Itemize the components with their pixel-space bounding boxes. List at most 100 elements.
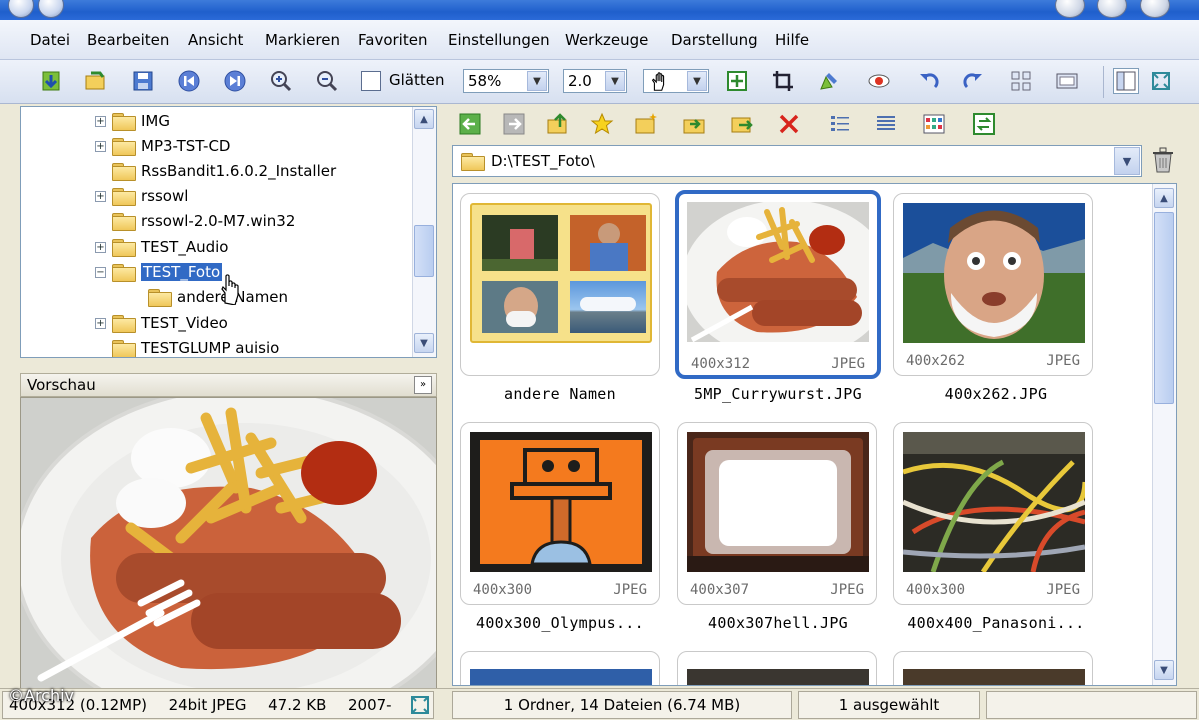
new-folder-icon[interactable]	[633, 111, 659, 137]
red-eye-icon[interactable]	[866, 68, 892, 94]
orange-sign-thumbnail	[470, 432, 652, 572]
folder-icon	[112, 113, 136, 131]
back-icon[interactable]	[457, 111, 483, 137]
grid-view-icon[interactable]	[1008, 68, 1034, 94]
menu-darstellung[interactable]: Darstellung	[671, 31, 758, 49]
thumbnail-meta: 400x300 JPEG	[906, 582, 1080, 598]
tree-item-testglump[interactable]: TESTGLUMP auisio	[112, 337, 279, 357]
details-view-icon[interactable]	[827, 111, 853, 137]
thumbnail-view-icon[interactable]	[921, 111, 947, 137]
move-to-folder-icon[interactable]	[729, 111, 755, 137]
delete-icon[interactable]	[776, 111, 802, 137]
collapse-panel-icon[interactable]: »	[414, 376, 432, 394]
folder-icon	[112, 213, 136, 231]
fit-icon[interactable]	[724, 68, 750, 94]
expand-icon[interactable]: +	[95, 190, 106, 202]
thumbnail-card[interactable]: 400x307 JPEG	[677, 422, 877, 605]
chevron-down-icon[interactable]: ▼	[687, 71, 707, 91]
expand-icon[interactable]: +	[95, 317, 106, 329]
smooth-checkbox[interactable]	[361, 71, 381, 91]
import-icon[interactable]	[38, 68, 64, 94]
menu-markieren[interactable]: Markieren	[265, 31, 340, 49]
folder-tree[interactable]: + IMG + MP3-TST-CD RssBandit1.6.0.2_Inst…	[20, 106, 437, 358]
menu-ansicht[interactable]: Ansicht	[188, 31, 243, 49]
tree-item-rssowl[interactable]: + rssowl	[95, 185, 188, 207]
thumbnail-caption: 5MP_Currywurst.JPG	[694, 385, 862, 403]
tree-item-mp3[interactable]: + MP3-TST-CD	[95, 135, 230, 157]
thumbnail-card[interactable]: 400x300 JPEG	[460, 422, 660, 605]
fullscreen-icon[interactable]	[409, 694, 431, 716]
refresh-icon[interactable]	[971, 111, 997, 137]
thumbnail-scrollbar[interactable]: ▲ ▼	[1152, 184, 1176, 685]
previous-icon[interactable]	[176, 68, 202, 94]
folder-up-icon[interactable]	[545, 111, 571, 137]
open-folder-icon[interactable]	[82, 68, 108, 94]
tree-item-test-foto[interactable]: − TEST_Foto	[95, 261, 223, 283]
menu-bearbeiten[interactable]: Bearbeiten	[87, 31, 169, 49]
layout-icon[interactable]	[1113, 68, 1139, 94]
thumbnail-card-selected[interactable]: 400x312 JPEG	[675, 190, 881, 379]
list-view-icon[interactable]	[873, 111, 899, 137]
scroll-thumb[interactable]	[414, 225, 434, 277]
folder-icon	[112, 340, 136, 357]
copy-to-folder-icon[interactable]	[681, 111, 707, 137]
crop-icon[interactable]	[770, 68, 796, 94]
thumbnail-card[interactable]	[460, 651, 660, 685]
chevron-down-icon[interactable]: ▼	[527, 71, 547, 91]
zoom-combo[interactable]: 58% ▼	[463, 69, 549, 93]
chevron-down-icon[interactable]: ▼	[1114, 147, 1140, 175]
close-button[interactable]	[1140, 0, 1170, 18]
menu-hilfe[interactable]: Hilfe	[775, 31, 809, 49]
scroll-down-icon[interactable]: ▼	[1154, 660, 1174, 680]
next-icon[interactable]	[222, 68, 248, 94]
minimize-button[interactable]	[1055, 0, 1085, 18]
zoom-in-icon[interactable]	[268, 68, 294, 94]
menu-datei[interactable]: Datei	[30, 31, 70, 49]
thumbnail-grid[interactable]: andere Namen 400x312 JPEG 5MP_Currywurst…	[452, 183, 1177, 686]
rotate-right-icon[interactable]	[960, 68, 986, 94]
menu-favoriten[interactable]: Favoriten	[358, 31, 427, 49]
tree-item-rssowl-2[interactable]: rssowl-2.0-M7.win32	[112, 210, 295, 232]
image-format: JPEG	[613, 582, 647, 598]
thumbnail-card[interactable]	[677, 651, 877, 685]
fullscreen-icon[interactable]	[1148, 68, 1174, 94]
edit-image-icon[interactable]	[816, 68, 842, 94]
expand-icon[interactable]: +	[95, 241, 106, 253]
menu-einstellungen[interactable]: Einstellungen	[448, 31, 550, 49]
face-thumbnail	[903, 203, 1085, 343]
maximize-button[interactable]	[1097, 0, 1127, 18]
recycle-bin-icon[interactable]	[1150, 146, 1176, 174]
thumbnail-card[interactable]	[460, 193, 660, 376]
scroll-up-icon[interactable]: ▲	[1154, 188, 1174, 208]
save-icon[interactable]	[130, 68, 156, 94]
expand-icon[interactable]: +	[95, 140, 106, 152]
factor-combo[interactable]: 2.0 ▼	[563, 69, 627, 93]
system-menu-icon[interactable]	[38, 0, 64, 18]
app-icon[interactable]	[8, 0, 34, 18]
address-bar[interactable]: D:\TEST_Foto\ ▼	[452, 145, 1142, 177]
forward-icon[interactable]	[501, 111, 527, 137]
tree-item-label: TEST_Foto	[141, 263, 223, 281]
tree-item-label: rssowl	[141, 187, 189, 205]
menu-werkzeuge[interactable]: Werkzeuge	[565, 31, 648, 49]
tree-item-test-audio[interactable]: + TEST_Audio	[95, 236, 228, 258]
collapse-icon[interactable]: −	[95, 266, 106, 278]
tool-combo[interactable]: ▼	[643, 69, 709, 93]
favorite-star-icon[interactable]	[589, 111, 615, 137]
scroll-up-icon[interactable]: ▲	[414, 109, 434, 129]
thumbnail-card[interactable]	[893, 651, 1093, 685]
tree-item-rssbandit[interactable]: RssBandit1.6.0.2_Installer	[112, 160, 336, 182]
thumbnail-card[interactable]: 400x300 JPEG	[893, 422, 1093, 605]
tree-scrollbar[interactable]: ▲ ▼	[412, 107, 436, 357]
zoom-out-icon[interactable]	[314, 68, 340, 94]
tree-item-test-video[interactable]: + TEST_Video	[95, 312, 228, 334]
scroll-thumb[interactable]	[1154, 212, 1174, 404]
rotate-left-icon[interactable]	[916, 68, 942, 94]
photo-thumb	[570, 281, 646, 333]
scroll-down-icon[interactable]: ▼	[414, 333, 434, 353]
tree-item-img[interactable]: + IMG	[95, 110, 170, 132]
filmstrip-icon[interactable]	[1054, 68, 1080, 94]
expand-icon[interactable]: +	[95, 115, 106, 127]
thumbnail-card[interactable]: 400x262 JPEG	[893, 193, 1093, 376]
chevron-down-icon[interactable]: ▼	[605, 71, 625, 91]
